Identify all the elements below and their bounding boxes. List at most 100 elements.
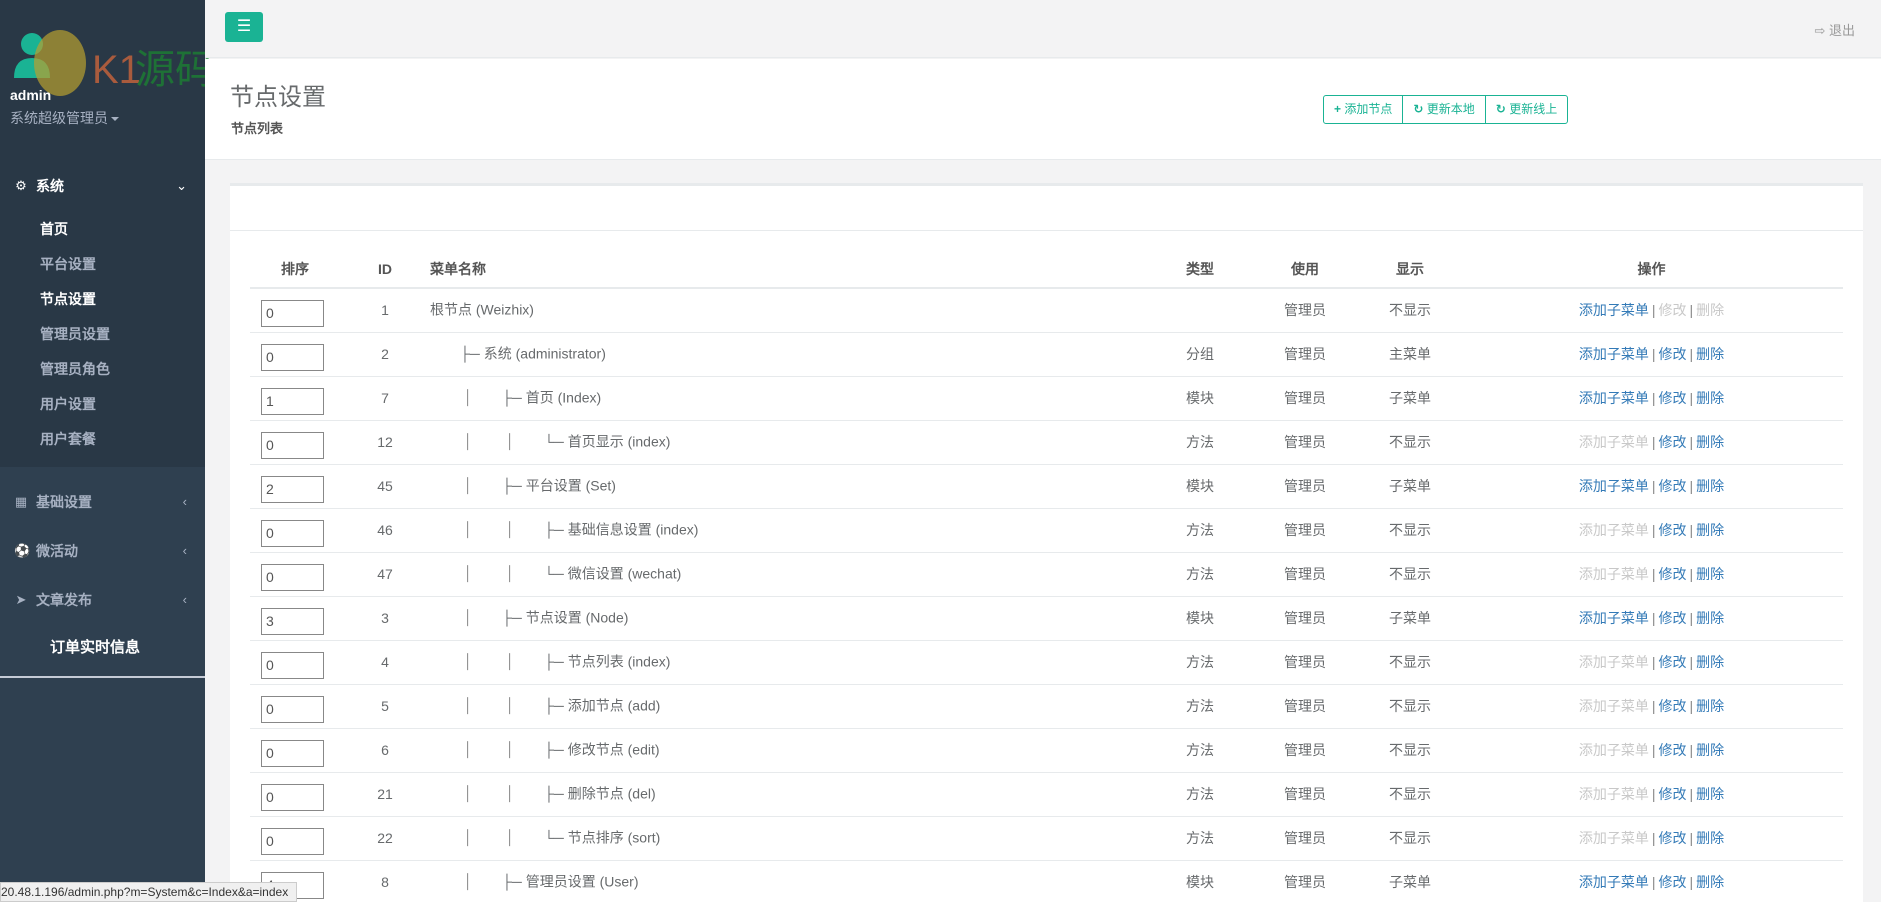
update-online-button[interactable]: ↻ 更新线上 [1486, 96, 1567, 123]
sort-input[interactable] [261, 563, 324, 591]
node-type: 方法 [1150, 639, 1250, 684]
add-link[interactable]: 添加子菜单 [1579, 434, 1649, 450]
edit-link[interactable]: 修改 [1659, 302, 1687, 318]
add-link[interactable]: 添加子菜单 [1579, 522, 1649, 538]
nav-micro-activity[interactable]: ⚽ 微活动 ‹ [0, 526, 205, 575]
tree-branch: ├─ [502, 873, 522, 890]
node-type: 方法 [1150, 771, 1250, 816]
name-cell: │ │ ├─ 修改节点 (edit) [430, 727, 1150, 772]
edit-link[interactable]: 修改 [1659, 346, 1687, 362]
user-name: admin [10, 87, 52, 103]
edit-link[interactable]: 修改 [1659, 830, 1687, 846]
add-link[interactable]: 添加子菜单 [1579, 346, 1649, 362]
edit-link[interactable]: 修改 [1659, 742, 1687, 758]
sort-input[interactable] [261, 607, 324, 635]
tree-line: │ [506, 433, 515, 450]
sidebar-item[interactable]: 用户设置 [0, 387, 205, 422]
table-row: 47 ││└─ 微信设置 (wechat) 方法 管理员 不显示 添加子菜单|修… [250, 551, 1843, 596]
add-link[interactable]: 添加子菜单 [1579, 874, 1649, 890]
add-link[interactable]: 添加子菜单 [1579, 654, 1649, 670]
edit-link[interactable]: 修改 [1659, 434, 1687, 450]
edit-link[interactable]: 修改 [1659, 522, 1687, 538]
node-use: 管理员 [1250, 463, 1360, 508]
del-link[interactable]: 删除 [1696, 478, 1724, 494]
node-display: 子菜单 [1360, 859, 1460, 902]
separator: | [1651, 742, 1656, 758]
sort-input[interactable] [261, 431, 324, 459]
menu-toggle-button[interactable]: ☰ [225, 12, 263, 42]
edit-link[interactable]: 修改 [1659, 874, 1687, 890]
add-link[interactable]: 添加子菜单 [1579, 698, 1649, 714]
sidebar-item[interactable]: 平台设置 [0, 247, 205, 282]
sort-input[interactable] [261, 475, 324, 503]
del-link[interactable]: 删除 [1696, 698, 1724, 714]
node-type: 方法 [1150, 815, 1250, 860]
node-type: 方法 [1150, 683, 1250, 728]
sidebar-item[interactable]: 用户套餐 [0, 422, 205, 457]
plus-icon: + [1334, 102, 1342, 116]
logout-link[interactable]: ⇨ 退出 [1814, 20, 1855, 39]
user-role-dropdown[interactable]: 系统超级管理员 [10, 108, 119, 128]
node-name: 平台设置 (Set) [525, 477, 616, 494]
sidebar-item[interactable]: 首页 [0, 212, 205, 247]
node-use: 管理员 [1250, 507, 1360, 552]
node-use: 管理员 [1250, 815, 1360, 860]
edit-link[interactable]: 修改 [1659, 566, 1687, 582]
sort-input[interactable] [261, 739, 324, 767]
nav-basic-settings[interactable]: ▦ 基础设置 ‹ [0, 477, 205, 526]
nav-article-publish[interactable]: ➤ 文章发布 ‹ [0, 575, 205, 624]
del-link[interactable]: 删除 [1696, 654, 1724, 670]
add-link[interactable]: 添加子菜单 [1579, 390, 1649, 406]
tree-branch: ├─ [544, 653, 564, 670]
sidebar-item[interactable]: 节点设置 [0, 282, 205, 317]
add-link[interactable]: 添加子菜单 [1579, 786, 1649, 802]
table-row: 21 ││├─ 删除节点 (del) 方法 管理员 不显示 添加子菜单|修改|删… [250, 771, 1843, 816]
update-local-button[interactable]: ↻ 更新本地 [1403, 96, 1486, 123]
edit-link[interactable]: 修改 [1659, 786, 1687, 802]
sort-input[interactable] [261, 387, 324, 415]
node-name: 首页显示 (index) [567, 433, 671, 450]
del-link[interactable]: 删除 [1696, 434, 1724, 450]
sort-input[interactable] [261, 783, 324, 811]
sort-input[interactable] [261, 343, 324, 371]
ops-cell: 添加子菜单 | 修改 | 删除 [1460, 683, 1843, 728]
del-link[interactable]: 删除 [1696, 742, 1724, 758]
add-link[interactable]: 添加子菜单 [1579, 566, 1649, 582]
add-link[interactable]: 添加子菜单 [1579, 830, 1649, 846]
del-link[interactable]: 删除 [1696, 786, 1724, 802]
del-link[interactable]: 删除 [1696, 390, 1724, 406]
add-link[interactable]: 添加子菜单 [1579, 742, 1649, 758]
add-link[interactable]: 添加子菜单 [1579, 478, 1649, 494]
tree-branch: └─ [544, 565, 564, 582]
sort-input[interactable] [261, 827, 324, 855]
tree-node: ├─ 节点列表 (index) [544, 652, 670, 672]
sort-input[interactable] [261, 695, 324, 723]
nav-system[interactable]: ⚙ 系统 ⌄ [0, 160, 205, 212]
del-link[interactable]: 删除 [1696, 566, 1724, 582]
del-link[interactable]: 删除 [1696, 302, 1724, 318]
sort-input[interactable] [261, 651, 324, 679]
tree-line: │ [464, 389, 473, 406]
sort-input[interactable] [261, 299, 324, 327]
edit-link[interactable]: 修改 [1659, 610, 1687, 626]
edit-link[interactable]: 修改 [1659, 390, 1687, 406]
node-use: 管理员 [1250, 375, 1360, 420]
del-link[interactable]: 删除 [1696, 830, 1724, 846]
del-link[interactable]: 删除 [1696, 346, 1724, 362]
add-link[interactable]: 添加子菜单 [1579, 610, 1649, 626]
edit-link[interactable]: 修改 [1659, 478, 1687, 494]
del-link[interactable]: 删除 [1696, 874, 1724, 890]
sidebar-item[interactable]: 管理员角色 [0, 352, 205, 387]
add-link[interactable]: 添加子菜单 [1579, 302, 1649, 318]
edit-link[interactable]: 修改 [1659, 654, 1687, 670]
add-node-button[interactable]: + 添加节点 [1324, 96, 1404, 123]
sort-input[interactable] [261, 519, 324, 547]
nav-order-info[interactable]: 订单实时信息 [0, 624, 205, 678]
node-name: 首页 (Index) [525, 389, 602, 406]
edit-link[interactable]: 修改 [1659, 698, 1687, 714]
svg-text:K1: K1 [92, 48, 141, 92]
sidebar-item[interactable]: 管理员设置 [0, 317, 205, 352]
del-link[interactable]: 删除 [1696, 610, 1724, 626]
separator: | [1651, 302, 1656, 319]
del-link[interactable]: 删除 [1696, 522, 1724, 538]
